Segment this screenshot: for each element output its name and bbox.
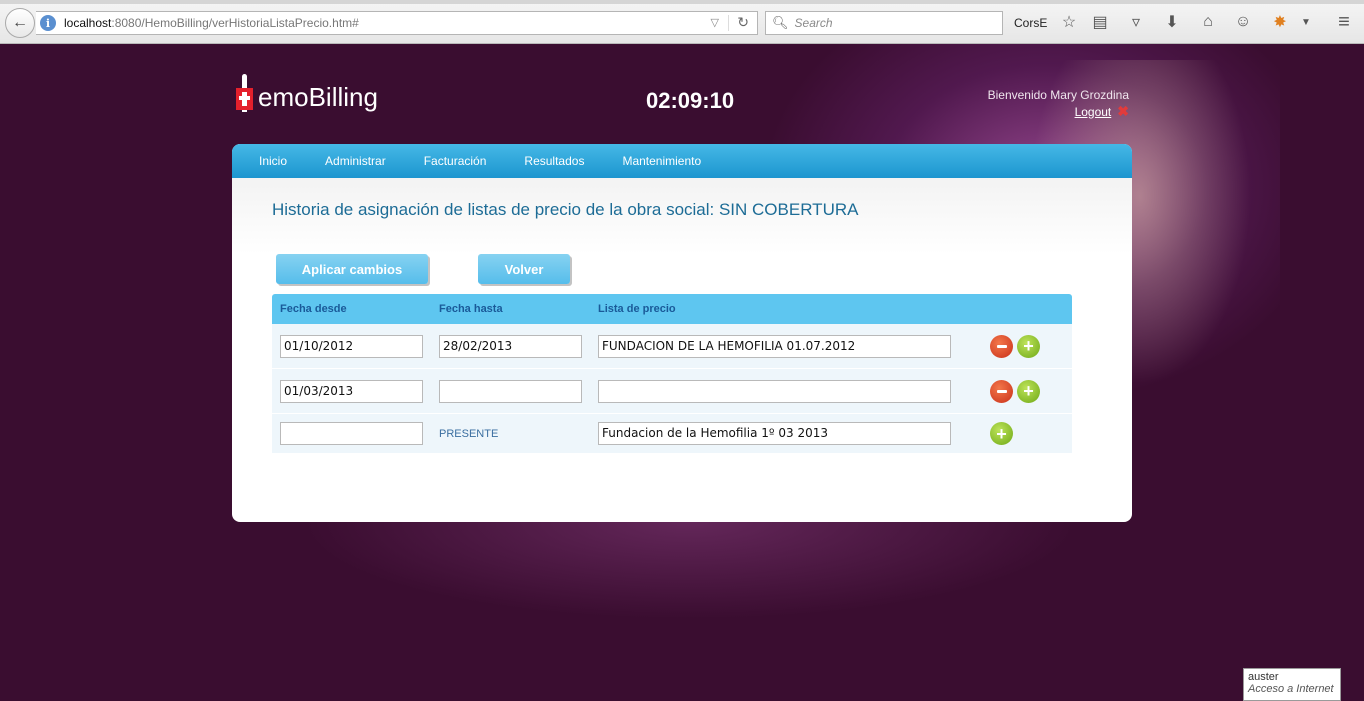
reload-icon[interactable]: ↻ (737, 14, 749, 31)
main-panel: Inicio Administrar Facturación Resultado… (232, 144, 1132, 522)
action-buttons: Aplicar cambios Volver (276, 254, 570, 284)
fecha-hasta-input[interactable]: 28/02/2013 (439, 334, 582, 358)
row-actions: + (990, 334, 1044, 358)
price-list-table: Fecha desde Fecha hasta Lista de precio … (272, 294, 1072, 454)
close-icon[interactable]: ✖ (1117, 103, 1129, 120)
remove-row-button[interactable] (990, 334, 1013, 358)
clock: 02:09:10 (646, 88, 735, 113)
star-icon[interactable]: ☆ (1058, 11, 1080, 33)
row-actions: + (990, 379, 1044, 403)
column-header-lista-precio: Lista de precio (598, 303, 676, 315)
fecha-desde-input[interactable]: 01/03/2013 (280, 379, 423, 403)
tab-strip (0, 0, 1364, 4)
add-row-button[interactable]: + (1017, 334, 1040, 358)
browser-toolbar: ← i localhost:8080/HemoBilling/verHistor… (0, 0, 1364, 44)
logout-link[interactable]: Logout (1075, 105, 1112, 119)
table-row: 01/03/2013 + (272, 369, 1072, 414)
tooltip-subtitle: Acceso a Internet (1248, 683, 1334, 695)
table-header: Fecha desde Fecha hasta Lista de precio (272, 294, 1072, 324)
column-header-fecha-hasta: Fecha hasta (439, 303, 503, 315)
nav-item-resultados[interactable]: Resultados (524, 154, 584, 168)
lista-precio-input[interactable] (598, 379, 951, 403)
table-row: 01/10/2012 28/02/2013 FUNDACION DE LA HE… (272, 324, 1072, 369)
main-nav: Inicio Administrar Facturación Resultado… (232, 144, 1132, 178)
toolbar-extension-label[interactable]: CorsE (1014, 16, 1047, 30)
chevron-down-icon[interactable]: ▼ (1295, 11, 1317, 33)
url-bar[interactable]: i localhost:8080/HemoBilling/verHistoria… (36, 11, 758, 35)
search-input[interactable]: 🔍︎ Search (765, 11, 1003, 35)
back-icon[interactable]: ← (5, 8, 35, 38)
url-path: :8080/HemoBilling/verHistoriaListaPrecio… (111, 16, 359, 30)
fecha-desde-input[interactable] (280, 422, 423, 445)
logo[interactable]: emoBilling (236, 70, 378, 114)
lista-precio-input[interactable]: Fundacion de la Hemofilia 1º 03 2013 (598, 422, 951, 445)
back-button[interactable]: Volver (478, 254, 570, 284)
remove-row-button[interactable] (990, 379, 1013, 403)
logout-row: Logout ✖ (1075, 103, 1129, 120)
add-row-button[interactable]: + (990, 422, 1013, 445)
nav-item-facturacion[interactable]: Facturación (424, 154, 487, 168)
fecha-desde-input[interactable]: 01/10/2012 (280, 334, 423, 358)
apply-changes-button[interactable]: Aplicar cambios (276, 254, 428, 284)
info-icon[interactable]: i (40, 15, 56, 31)
network-tooltip: auster Acceso a Internet (1243, 668, 1341, 701)
chat-icon[interactable]: ☺ (1232, 11, 1254, 33)
fecha-hasta-presente: PRESENTE (439, 427, 499, 440)
extension-icon[interactable]: ✸ (1269, 11, 1291, 33)
logo-text: emoBilling (258, 82, 378, 112)
welcome-text: Bienvenido Mary Grozdina (987, 88, 1129, 102)
nav-item-inicio[interactable]: Inicio (259, 154, 287, 168)
table-row: PRESENTE Fundacion de la Hemofilia 1º 03… (272, 414, 1072, 454)
pocket-icon[interactable]: ▿ (1125, 11, 1147, 33)
tooltip-title: auster (1248, 671, 1279, 683)
title-area: Historia de asignación de listas de prec… (232, 178, 1132, 254)
column-header-fecha-desde: Fecha desde (280, 303, 347, 315)
nav-item-mantenimiento[interactable]: Mantenimiento (622, 154, 701, 168)
home-icon[interactable]: ⌂ (1197, 11, 1219, 33)
chevron-down-icon[interactable]: ▽ (711, 16, 719, 29)
reading-list-icon[interactable]: ▤ (1089, 11, 1111, 33)
menu-icon[interactable]: ≡ (1333, 11, 1355, 33)
search-placeholder: Search (794, 16, 833, 30)
download-icon[interactable]: ⬇ (1161, 11, 1183, 33)
nav-item-administrar[interactable]: Administrar (325, 154, 386, 168)
url-divider (728, 15, 729, 31)
search-icon: 🔍︎ (772, 15, 789, 30)
logo-mark-icon (236, 74, 256, 114)
add-row-button[interactable]: + (1017, 379, 1040, 403)
fecha-hasta-input[interactable] (439, 379, 582, 403)
lista-precio-input[interactable]: FUNDACION DE LA HEMOFILIA 01.07.2012 (598, 334, 951, 358)
row-actions: + (990, 422, 1017, 445)
url-host: localhost (64, 16, 112, 30)
page-title: Historia de asignación de listas de prec… (272, 200, 859, 219)
